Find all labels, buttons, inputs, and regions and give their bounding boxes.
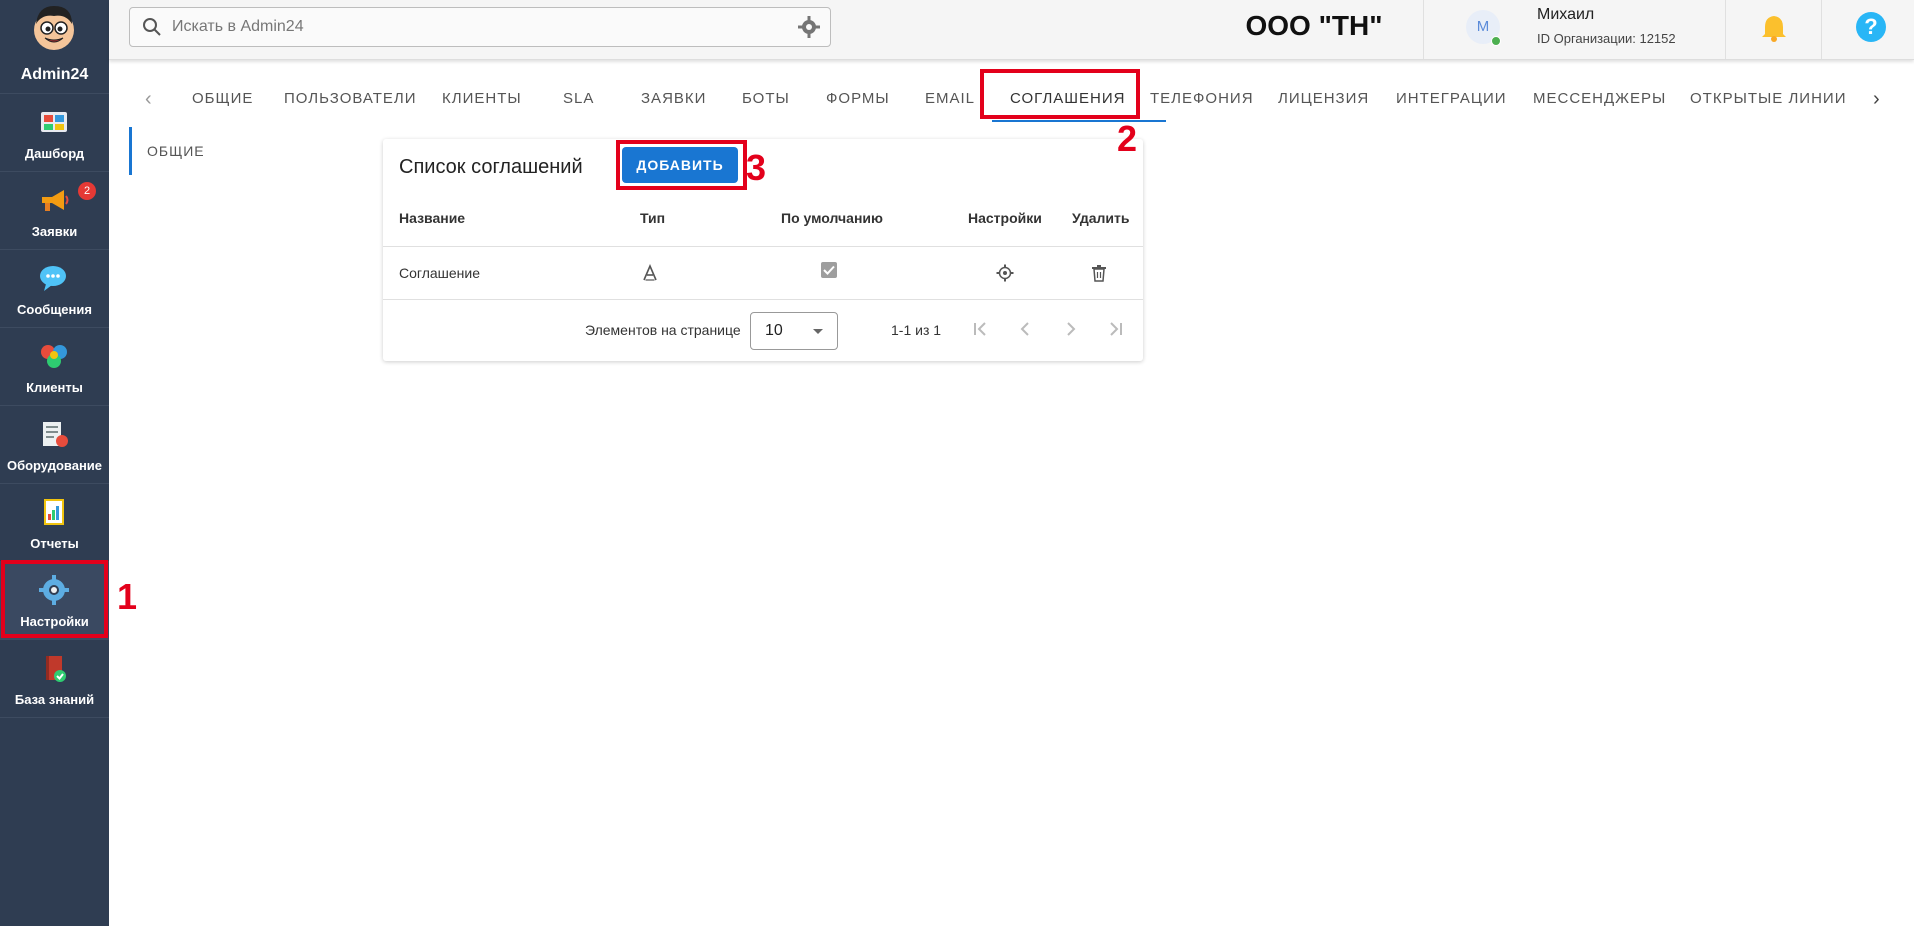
sidebar-item-label: Клиенты (26, 380, 83, 395)
tabs-scroll-left-button[interactable]: ‹ (145, 88, 152, 111)
tabs-scroll-right-button[interactable]: › (1873, 88, 1880, 111)
tab-bots[interactable]: БОТЫ (742, 90, 790, 107)
sidebar-item-messages[interactable]: Сообщения (0, 250, 109, 328)
search-settings-gear-icon[interactable] (798, 16, 820, 38)
first-page-icon[interactable] (968, 317, 992, 341)
sidebar-item-label: База знаний (14, 692, 95, 707)
search-icon (143, 18, 161, 36)
tab-sla[interactable]: SLA (563, 90, 594, 107)
bell-icon[interactable] (1760, 13, 1788, 43)
dashboard-icon (41, 112, 67, 132)
highlight-add-button (616, 140, 747, 190)
clients-icon (41, 345, 67, 368)
column-header-name[interactable]: Название (399, 210, 465, 226)
tab-users[interactable]: ПОЛЬЗОВАТЕЛИ (284, 90, 417, 107)
subnav-item-general[interactable]: ОБЩИЕ (129, 127, 297, 175)
top-bar: ООО "ТН" М Михаил ID Организации: 12152 … (109, 0, 1914, 60)
column-header-type: Тип (640, 210, 666, 226)
reports-icon (44, 499, 64, 525)
organization-title: ООО "ТН" (1245, 10, 1383, 41)
svg-text:?: ? (1864, 14, 1877, 39)
pagination-range: 1-1 из 1 (891, 322, 942, 338)
equipment-icon (43, 422, 68, 447)
logo[interactable]: Admin24 (0, 0, 109, 94)
default-checkbox[interactable] (820, 261, 838, 279)
card-title: Список соглашений (399, 156, 583, 178)
previous-page-icon[interactable] (1013, 317, 1037, 341)
items-per-page-value: 10 (765, 322, 783, 339)
column-header-delete: Удалить (1072, 210, 1130, 226)
tab-integrations[interactable]: ИНТЕГРАЦИИ (1396, 90, 1507, 107)
tab-clients[interactable]: КЛИЕНТЫ (442, 90, 522, 107)
items-per-page-label: Элементов на странице (585, 322, 741, 338)
sidebar-item-label: Сообщения (17, 302, 92, 317)
next-page-icon[interactable] (1059, 317, 1083, 341)
megaphone-icon (42, 190, 69, 211)
help-icon[interactable]: ? (1855, 11, 1887, 43)
sidebar-item-label: Отчеты (30, 536, 79, 551)
sidebar-item-clients[interactable]: Клиенты (0, 328, 109, 406)
chevron-down-icon (813, 329, 823, 334)
user-name[interactable]: Михаил (1537, 6, 1594, 24)
organization-id: ID Организации: 12152 (1537, 31, 1676, 46)
tab-license[interactable]: ЛИЦЕНЗИЯ (1278, 90, 1369, 107)
sidebar-item-reports[interactable]: Отчеты (0, 484, 109, 562)
delete-trash-icon[interactable] (1091, 264, 1107, 282)
sidebar-item-label: Заявки (31, 224, 78, 239)
annotation-number-2: 2 (1117, 118, 1138, 159)
agreement-name: Соглашение (399, 265, 481, 281)
column-header-settings: Настройки (968, 210, 1042, 226)
tab-forms[interactable]: ФОРМЫ (826, 90, 890, 107)
active-tab-indicator (992, 120, 1166, 122)
column-header-default: По умолчанию (781, 210, 883, 226)
sidebar-item-knowledge-base[interactable]: База знаний (0, 640, 109, 718)
tab-open-lines[interactable]: ОТКРЫТЫЕ ЛИНИИ (1690, 90, 1847, 107)
search-input[interactable] (170, 8, 794, 46)
last-page-icon[interactable] (1104, 317, 1128, 341)
sidebar-item-dashboard[interactable]: Дашборд (0, 94, 109, 172)
logo-face-icon (34, 6, 74, 50)
highlight-settings (1, 560, 108, 638)
book-icon (46, 656, 66, 682)
sidebar-item-label: Оборудование (6, 458, 103, 473)
items-per-page-select[interactable]: 10 (750, 312, 838, 350)
chat-icon (40, 266, 66, 291)
sidebar: Admin24 Дашборд 2 Заявки Сообщения Клиен… (0, 0, 109, 926)
tab-messengers[interactable]: МЕССЕНДЖЕРЫ (1533, 90, 1666, 107)
online-status-dot (1491, 36, 1501, 46)
tab-telephony[interactable]: ТЕЛЕФОНИЯ (1150, 90, 1254, 107)
annotation-number-1: 1 (117, 576, 138, 617)
requests-count-badge: 2 (78, 182, 96, 200)
sidebar-item-requests[interactable]: 2 Заявки (0, 172, 109, 250)
tab-email[interactable]: EMAIL (925, 90, 975, 107)
logo-text: Admin24 (20, 66, 89, 83)
row-settings-gear-icon[interactable] (996, 264, 1014, 282)
search-box (129, 7, 831, 47)
annotation-number-3: 3 (746, 147, 767, 188)
sidebar-item-equipment[interactable]: Оборудование (0, 406, 109, 484)
text-type-icon (643, 264, 657, 281)
tab-general[interactable]: ОБЩИЕ (192, 90, 253, 107)
sidebar-item-label: Дашборд (24, 146, 85, 161)
highlight-agreements-tab (980, 69, 1140, 119)
tab-requests[interactable]: ЗАЯВКИ (641, 90, 706, 107)
